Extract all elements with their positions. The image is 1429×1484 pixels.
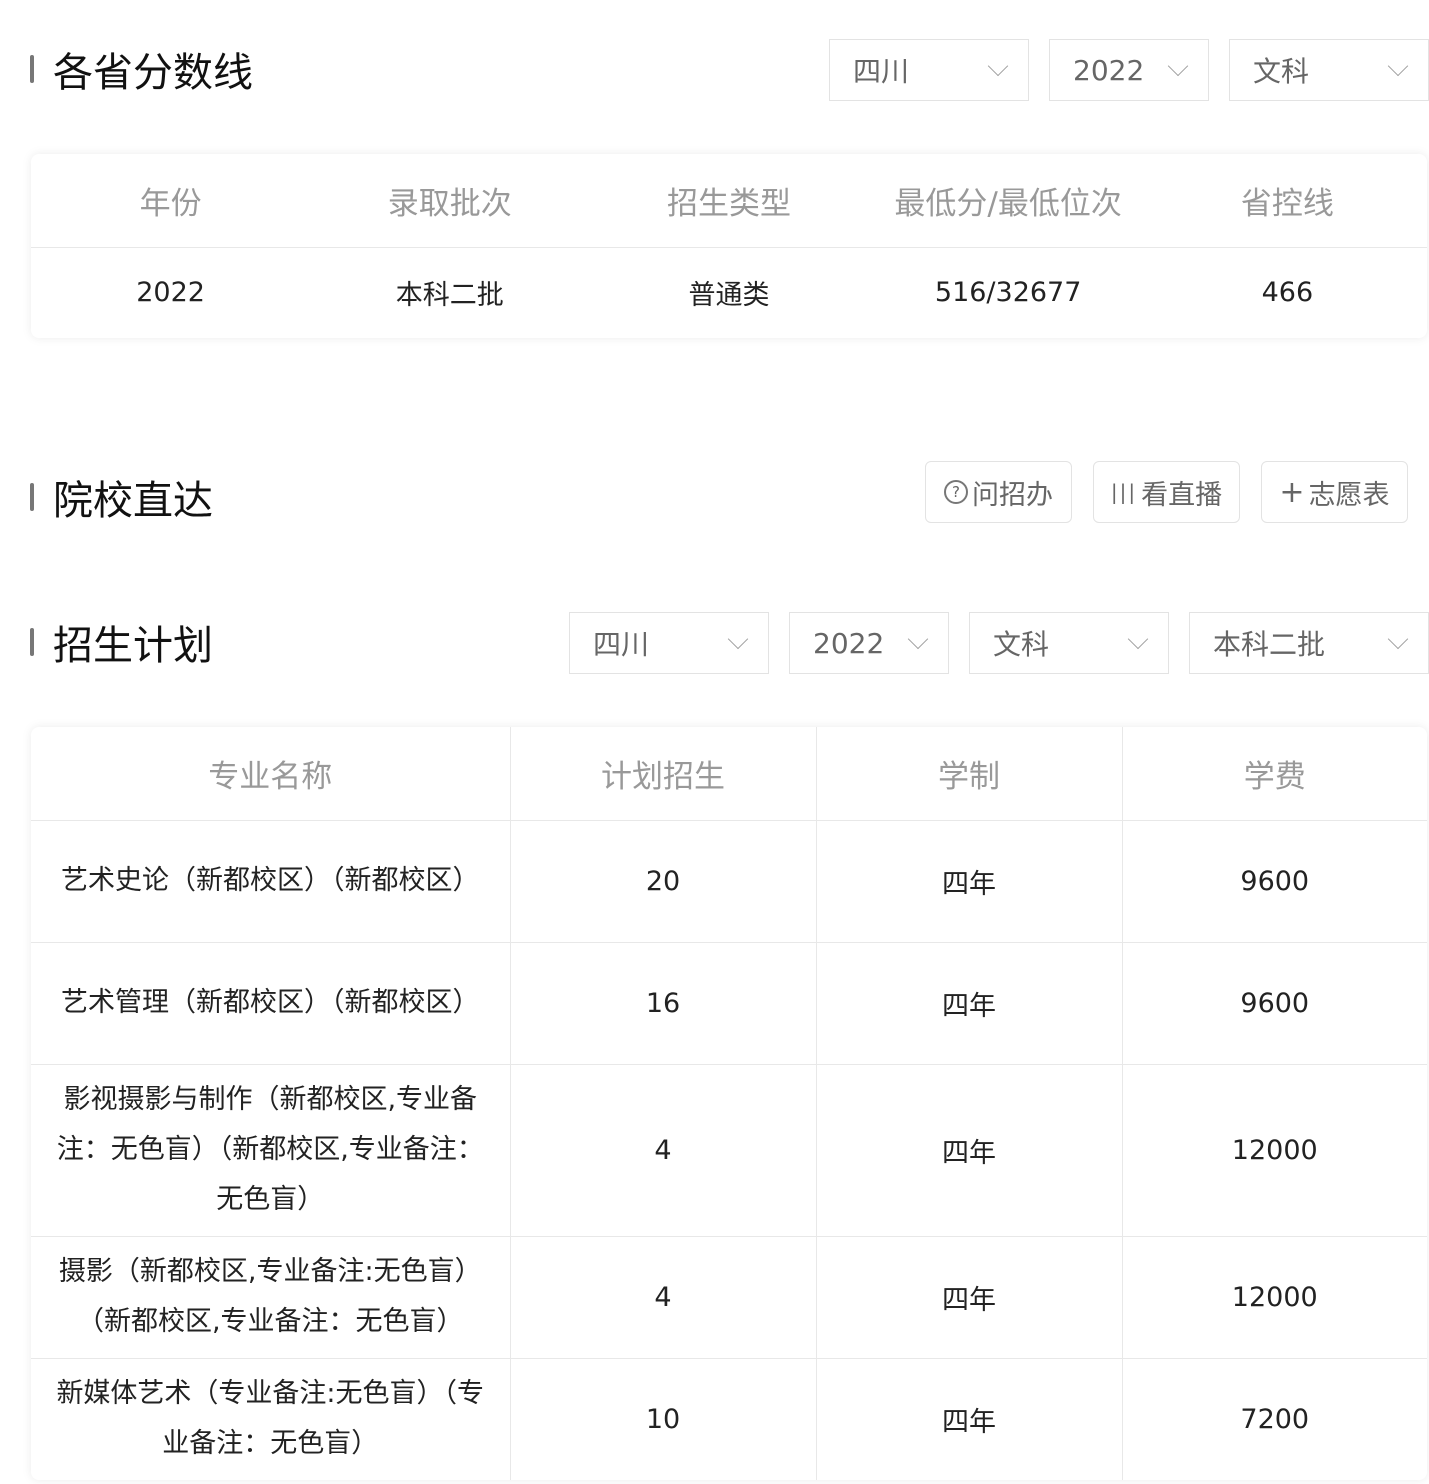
title-text: 院校直达 <box>53 468 213 526</box>
table-cell: 12000 <box>1122 1064 1427 1236</box>
column-header: 录取批次 <box>310 154 589 247</box>
plan-table: 专业名称计划招生学制学费 艺术史论（新都校区）（新都校区）20四年9600艺术管… <box>31 727 1427 1480</box>
table-cell: 20 <box>510 820 816 942</box>
score-table: 年份录取批次招生类型最低分/最低位次省控线 2022本科二批普通类516/326… <box>31 154 1427 338</box>
chevron-down-icon <box>1128 629 1148 649</box>
column-header: 学费 <box>1122 727 1427 820</box>
table-cell: 9600 <box>1122 942 1427 1064</box>
table-cell: 艺术管理（新都校区）（新都校区） <box>31 942 510 1064</box>
table-cell: 四年 <box>816 1236 1122 1358</box>
chevron-down-icon <box>908 629 928 649</box>
ask-admissions-button[interactable]: ?问招办 <box>925 461 1072 523</box>
chevron-down-icon <box>1388 629 1408 649</box>
title-text: 各省分数线 <box>53 40 253 98</box>
column-header: 学制 <box>816 727 1122 820</box>
select-value: 文科 <box>993 623 1049 663</box>
chevron-down-icon <box>728 629 748 649</box>
table-cell: 四年 <box>816 1358 1122 1480</box>
table-cell: 12000 <box>1122 1236 1427 1358</box>
select-value: 四川 <box>853 50 909 90</box>
direct-section-title: 院校直达 <box>30 468 213 526</box>
chevron-down-icon <box>1168 56 1188 76</box>
table-cell: 艺术史论（新都校区）（新都校区） <box>31 820 510 942</box>
title-bar <box>30 55 34 83</box>
title-text: 招生计划 <box>53 613 213 671</box>
column-header: 专业名称 <box>31 727 510 820</box>
table-cell: 4 <box>510 1064 816 1236</box>
column-header: 最低分/最低位次 <box>869 154 1148 247</box>
button-label: 志愿表 <box>1309 473 1390 512</box>
plan-year-select[interactable]: 2022 <box>789 612 949 674</box>
table-row: 新媒体艺术（专业备注:无色盲）（专业备注：无色盲）10四年7200 <box>31 1358 1427 1480</box>
table-row: 艺术管理（新都校区）（新都校区）16四年9600 <box>31 942 1427 1064</box>
table-row: 艺术史论（新都校区）（新都校区）20四年9600 <box>31 820 1427 942</box>
button-label: 问招办 <box>972 473 1053 512</box>
select-value: 2022 <box>1073 54 1144 87</box>
plan-batch-select[interactable]: 本科二批 <box>1189 612 1429 674</box>
plus-icon: + <box>1279 475 1304 510</box>
table-cell: 本科二批 <box>310 247 589 338</box>
table-cell: 4 <box>510 1236 816 1358</box>
plan-province-select[interactable]: 四川 <box>569 612 769 674</box>
table-row: 2022本科二批普通类516/32677466 <box>31 247 1427 338</box>
score-section-title: 各省分数线 <box>30 40 253 98</box>
table-row: 摄影（新都校区,专业备注:无色盲）（新都校区,专业备注：无色盲）4四年12000 <box>31 1236 1427 1358</box>
button-label: 看直播 <box>1141 473 1222 512</box>
question-circle-icon: ? <box>944 480 968 504</box>
select-value: 2022 <box>813 627 884 660</box>
score-table-card: 年份录取批次招生类型最低分/最低位次省控线 2022本科二批普通类516/326… <box>31 154 1427 338</box>
table-cell: 普通类 <box>589 247 868 338</box>
table-cell: 四年 <box>816 942 1122 1064</box>
table-cell: 四年 <box>816 820 1122 942</box>
subject-select[interactable]: 文科 <box>1229 39 1429 101</box>
year-select[interactable]: 2022 <box>1049 39 1209 101</box>
wish-list-button[interactable]: +志愿表 <box>1261 461 1408 523</box>
column-header: 省控线 <box>1148 154 1427 247</box>
select-value: 本科二批 <box>1213 623 1325 663</box>
plan-subject-select[interactable]: 文科 <box>969 612 1169 674</box>
table-cell: 影视摄影与制作（新都校区,专业备注：无色盲）（新都校区,专业备注：无色盲） <box>31 1064 510 1236</box>
table-cell: 摄影（新都校区,专业备注:无色盲）（新都校区,专业备注：无色盲） <box>31 1236 510 1358</box>
province-select[interactable]: 四川 <box>829 39 1029 101</box>
table-row: 影视摄影与制作（新都校区,专业备注：无色盲）（新都校区,专业备注：无色盲）4四年… <box>31 1064 1427 1236</box>
table-cell: 516/32677 <box>869 247 1148 338</box>
select-value: 文科 <box>1253 50 1309 90</box>
plan-table-card: 专业名称计划招生学制学费 艺术史论（新都校区）（新都校区）20四年9600艺术管… <box>31 727 1427 1480</box>
title-bar <box>30 483 34 511</box>
column-header: 计划招生 <box>510 727 816 820</box>
watch-live-button[interactable]: |||看直播 <box>1093 461 1240 523</box>
table-cell: 466 <box>1148 247 1427 338</box>
table-cell: 四年 <box>816 1064 1122 1236</box>
column-header: 年份 <box>31 154 310 247</box>
table-cell: 16 <box>510 942 816 1064</box>
live-bars-icon: ||| <box>1111 480 1137 504</box>
title-bar <box>30 628 34 656</box>
table-cell: 新媒体艺术（专业备注:无色盲）（专业备注：无色盲） <box>31 1358 510 1480</box>
chevron-down-icon <box>1388 56 1408 76</box>
chevron-down-icon <box>988 56 1008 76</box>
select-value: 四川 <box>593 623 649 663</box>
table-cell: 9600 <box>1122 820 1427 942</box>
table-cell: 10 <box>510 1358 816 1480</box>
plan-section-title: 招生计划 <box>30 613 213 671</box>
table-cell: 7200 <box>1122 1358 1427 1480</box>
column-header: 招生类型 <box>589 154 868 247</box>
table-cell: 2022 <box>31 247 310 338</box>
